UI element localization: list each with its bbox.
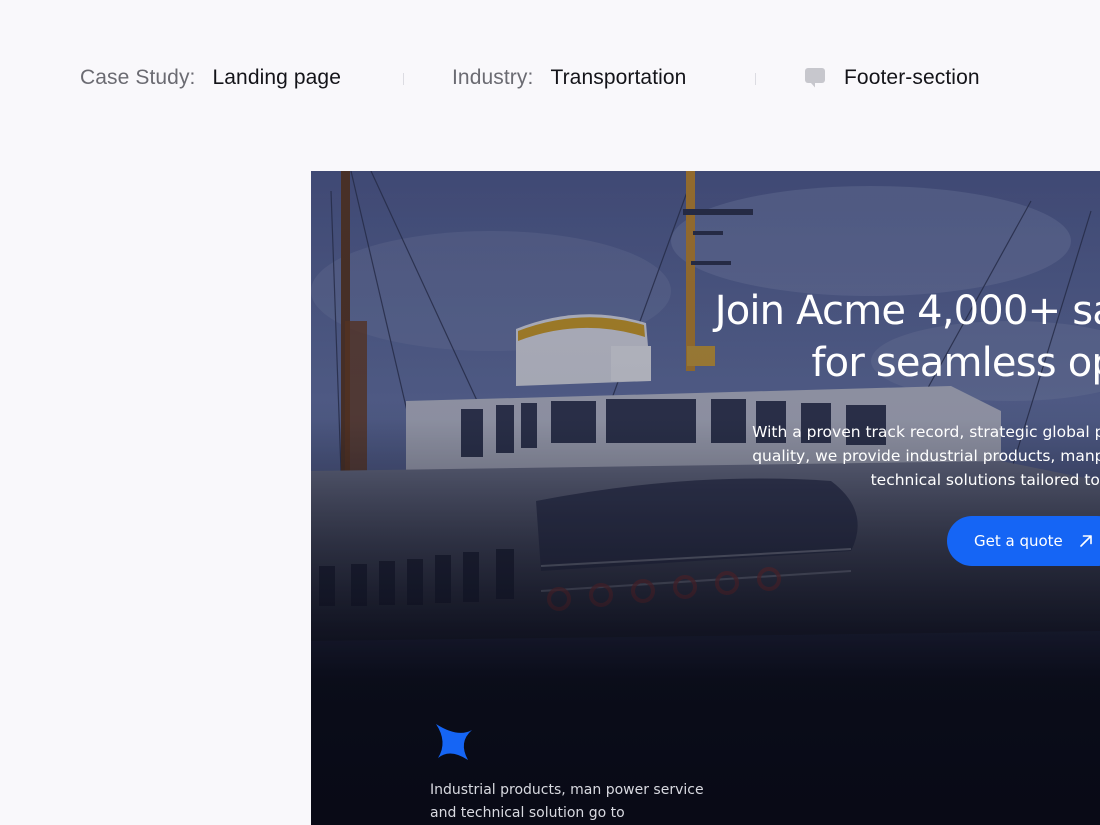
hero-subtitle-line: quality, we provide industrial products,… [752, 447, 1100, 465]
meta-divider [755, 73, 756, 85]
industry-group: Industry: Transportation [452, 64, 686, 92]
footer-tagline-line: and technical solution go to [430, 805, 625, 821]
hero-subtitle: With a proven track record, strategic gl… [554, 420, 1100, 492]
sparkle-star-icon [436, 724, 472, 760]
section-value: Footer-section [844, 66, 980, 89]
case-study-meta-bar: Case Study: Landing page Industry: Trans… [80, 64, 1080, 92]
case-study-group: Case Study: Landing page [80, 64, 341, 92]
industry-value: Transportation [550, 66, 687, 89]
hero-title: Join Acme 4,000+ sa for seamless op [416, 285, 1100, 389]
hero-subtitle-line: With a proven track record, strategic gl… [752, 423, 1100, 441]
hero-title-line: Join Acme 4,000+ sa [714, 288, 1100, 334]
meta-divider [403, 73, 404, 85]
footer-tagline: Industrial products, man power service a… [430, 779, 704, 825]
ferry-ship-photo [311, 171, 1100, 825]
hero-title-line: for seamless op [811, 340, 1100, 386]
section-group: Footer-section [804, 64, 980, 92]
case-study-label: Case Study: [80, 66, 196, 89]
industry-label: Industry: [452, 66, 534, 89]
get-a-quote-label: Get a quote [974, 532, 1063, 550]
hero-subtitle-line: technical solutions tailored to y [870, 471, 1100, 489]
case-study-value: Landing page [212, 66, 341, 89]
footer-tagline-line: Industrial products, man power service [430, 782, 704, 798]
arrow-up-right-icon [1079, 534, 1093, 548]
hero-section: Join Acme 4,000+ sa for seamless op With… [311, 171, 1100, 825]
chat-bubble-icon [804, 67, 826, 89]
get-a-quote-button[interactable]: Get a quote [947, 516, 1100, 566]
